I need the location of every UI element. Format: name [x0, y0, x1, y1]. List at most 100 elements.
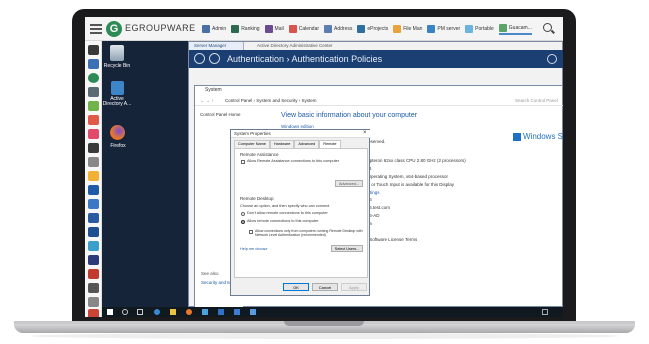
active-directory-label: Active Directory A... [102, 96, 132, 107]
dock-help-icon[interactable] [88, 297, 99, 307]
dock-tasks-icon[interactable] [88, 143, 99, 153]
tray-icon[interactable] [542, 309, 548, 315]
dock-sitemgr-icon[interactable] [88, 283, 99, 293]
app-tab-admin[interactable]: Admin [202, 23, 226, 35]
forward-icon[interactable] [209, 53, 220, 64]
app-tab-label: Guacam... [508, 25, 532, 31]
app-tab-eprojects[interactable]: eProjects [357, 23, 388, 35]
tab-hardware[interactable]: Hardware [269, 140, 295, 148]
app-tab-address[interactable]: Address [324, 23, 352, 35]
choose-option-text: Choose an option, and then specify who c… [240, 204, 331, 208]
sysprops-titlebar: System Properties × [231, 130, 371, 138]
select-users-button[interactable]: Select Users... [331, 245, 363, 252]
dock-resources-icon[interactable] [88, 269, 99, 279]
dock-infolog-icon[interactable] [88, 213, 99, 223]
tab-computer-name[interactable]: Computer Name [234, 140, 270, 148]
dock-mail-icon[interactable] [88, 129, 99, 139]
ad-window-title: Active Directory Administrative Center [257, 43, 333, 48]
active-directory-icon[interactable] [111, 81, 124, 95]
dock-contacts-icon[interactable] [88, 101, 99, 111]
app-tab-label: File Man [403, 26, 423, 32]
dock-wiki-icon[interactable] [88, 241, 99, 251]
system-props-taskbar-icon[interactable] [250, 309, 256, 315]
dock-files-icon[interactable] [88, 157, 99, 167]
app-tabs: Admin Ranking Mail Calendar Address eProjects… [202, 23, 532, 35]
left-dock [85, 41, 102, 317]
app-tab-filemanager[interactable]: File Man [393, 23, 422, 35]
advanced-button[interactable]: Advanced... [335, 180, 363, 187]
sysprops-tabs: Computer Name Hardware Advanced Remote [234, 140, 341, 148]
system-title: System [205, 87, 222, 93]
close-icon[interactable]: × [363, 130, 367, 136]
dock-egroupware-icon[interactable] [88, 73, 99, 83]
recycle-bin-icon[interactable] [110, 45, 124, 61]
refresh-icon[interactable] [547, 54, 557, 64]
ad-taskbar-icon[interactable] [218, 309, 224, 315]
server-manager-taskbar-icon[interactable] [202, 309, 208, 315]
pmserver-icon [427, 25, 436, 33]
allow-ra-checkbox[interactable] [241, 160, 245, 164]
address-bar-row: ← → ↑ Control Panel › System and Securit… [195, 95, 563, 106]
control-panel-home-link[interactable]: Control Panel Home [200, 112, 241, 117]
dock-filemanager-icon[interactable] [88, 171, 99, 181]
system-heading: View basic information about your comput… [281, 112, 418, 119]
taskbar-firefox-icon[interactable] [186, 309, 192, 315]
server-manager-tab-label: Server Manager [194, 43, 227, 48]
dock-logout-icon[interactable] [88, 309, 99, 317]
back-icon[interactable] [194, 53, 205, 64]
dock-timesheet-icon[interactable] [88, 199, 99, 209]
explorer-icon[interactable] [170, 309, 176, 315]
app-tab-label: Portable [475, 26, 494, 32]
dock-tracker-icon[interactable] [88, 227, 99, 237]
start-icon[interactable] [107, 309, 113, 315]
app-tab-label: PM server [437, 26, 461, 32]
dock-projects-icon[interactable] [88, 185, 99, 195]
firefox-icon[interactable] [110, 125, 125, 140]
app-tab-calendar[interactable]: Calendar [288, 23, 319, 35]
app-tab-ranking[interactable]: Ranking [231, 23, 260, 35]
mail-icon [264, 25, 273, 33]
windows-server-logo-text: Windows Server [523, 132, 563, 141]
hamburger-menu-icon[interactable] [90, 24, 102, 34]
dock-news-icon[interactable] [88, 255, 99, 265]
app-tab-guacamole[interactable]: Guacam... [498, 23, 532, 35]
windows-logo-icon [513, 133, 521, 141]
search-icon[interactable] [543, 23, 552, 32]
server-manager-tab[interactable]: Server Manager [189, 42, 244, 50]
info-value: AMD Opteron 62xx class CPU 2.80 GHz (2 p… [355, 158, 466, 163]
app-tab-portable[interactable]: Portable [465, 23, 494, 35]
nla-checkbox[interactable] [249, 230, 253, 234]
taskbar-search-icon[interactable] [122, 309, 128, 315]
address-bar[interactable]: Control Panel › System and Security › Sy… [225, 98, 317, 103]
dock-apps-icon[interactable] [88, 87, 99, 97]
dock-desktop-icon[interactable] [88, 45, 99, 55]
ie-icon[interactable] [154, 309, 160, 315]
app-tab-pmserver[interactable]: PM server [427, 23, 460, 35]
tab-advanced[interactable]: Advanced [294, 140, 320, 148]
apply-button[interactable]: Apply [341, 283, 367, 291]
admin-icon [202, 25, 210, 33]
dock-calendar-icon[interactable] [88, 115, 99, 125]
control-panel-taskbar-icon[interactable] [234, 309, 240, 315]
cancel-button[interactable]: Cancel [312, 283, 338, 291]
nav-arrows-icon[interactable]: ← → ↑ [200, 98, 214, 103]
ok-button[interactable]: OK [283, 283, 309, 291]
address-icon [324, 25, 333, 33]
remote-tab-panel: Remote Assistance Allow Remote Assistanc… [234, 148, 368, 278]
task-view-icon[interactable] [137, 309, 143, 315]
dock-ranking-icon[interactable] [88, 59, 99, 69]
dont-allow-radio[interactable] [241, 212, 245, 216]
recycle-bin-label: Recycle Bin [103, 63, 131, 69]
filemanager-icon [393, 25, 402, 33]
app-tab-mail[interactable]: Mail [264, 23, 284, 35]
help-me-choose-link[interactable]: Help me choose [240, 247, 267, 251]
ranking-icon [231, 25, 240, 33]
allow-ra-label: Allow Remote Assistance connections to t… [247, 159, 340, 163]
allow-remote-radio[interactable] [241, 220, 245, 224]
app-tab-label: Mail [274, 26, 284, 32]
calendar-icon [288, 25, 297, 33]
tab-remote[interactable]: Remote [319, 140, 341, 148]
search-control-panel[interactable]: Search Control Panel [515, 98, 558, 103]
portable-icon [465, 25, 474, 33]
laptop-shadow [30, 333, 619, 339]
